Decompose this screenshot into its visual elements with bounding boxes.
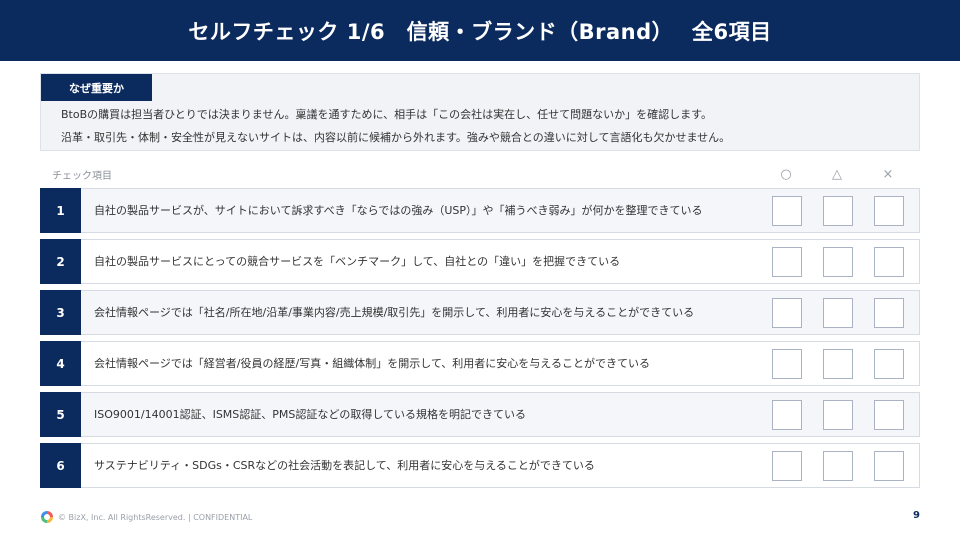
ng-checkbox[interactable] — [874, 196, 904, 226]
checklist-row: 4 会社情報ページでは「経営者/役員の経歴/写真・組織体制」を開示して、利用者に… — [40, 341, 920, 386]
copyright-text: © BizX, Inc. All RightsReserved. | CONFI… — [58, 512, 253, 522]
why-important-label: なぜ重要か — [41, 74, 152, 101]
item-text: 会社情報ページでは「経営者/役員の経歴/写真・組織体制」を開示して、利用者に安心… — [94, 356, 650, 370]
checklist-row: 6 サステナビリティ・SDGs・CSRなどの社会活動を表記して、利用者に安心を与… — [40, 443, 920, 488]
partial-checkbox[interactable] — [823, 247, 853, 277]
ok-checkbox[interactable] — [772, 298, 802, 328]
ng-checkbox[interactable] — [874, 451, 904, 481]
item-number: 5 — [40, 392, 81, 437]
partial-checkbox[interactable] — [823, 400, 853, 430]
item-number: 1 — [40, 188, 81, 233]
ng-checkbox[interactable] — [874, 349, 904, 379]
checklist-row: 3 会社情報ページでは「社名/所在地/沿革/事業内容/売上規模/取引先」を開示し… — [40, 290, 920, 335]
footer: © BizX, Inc. All RightsReserved. | CONFI… — [41, 510, 252, 524]
why-important-panel: なぜ重要か BtoBの購買は担当者ひとりでは決まりません。稟議を通すために、相手… — [40, 73, 920, 151]
ok-checkbox[interactable] — [772, 400, 802, 430]
partial-checkbox[interactable] — [823, 298, 853, 328]
item-number: 3 — [40, 290, 81, 335]
checklist-row: 1 自社の製品サービスが、サイトにおいて訴求すべき「ならではの強み（USP）」や… — [40, 188, 920, 233]
check-items-header: チェック項目 — [52, 170, 112, 182]
page-number: 9 — [913, 510, 920, 521]
checklist-row: 5 ISO9001/14001認証、ISMS認証、PMS認証などの取得している規… — [40, 392, 920, 437]
why-important-text-line2: 沿革・取引先・体制・安全性が見えないサイトは、内容以前に候補から外れます。強みや… — [61, 131, 731, 144]
bizx-logo-icon — [41, 511, 53, 523]
item-text: 自社の製品サービスにとっての競合サービスを「ベンチマーク」して、自社との「違い」… — [94, 254, 621, 268]
partial-checkbox[interactable] — [823, 349, 853, 379]
ng-checkbox[interactable] — [874, 247, 904, 277]
item-number: 6 — [40, 443, 81, 488]
ng-column-header: × — [882, 166, 894, 182]
page-title: セルフチェック 1/6 信頼・ブランド（Brand） 全6項目 — [0, 0, 960, 61]
ok-checkbox[interactable] — [772, 247, 802, 277]
item-text: ISO9001/14001認証、ISMS認証、PMS認証などの取得している規格を… — [94, 407, 527, 421]
ok-checkbox[interactable] — [772, 349, 802, 379]
item-text: サステナビリティ・SDGs・CSRなどの社会活動を表記して、利用者に安心を与える… — [94, 458, 595, 472]
partial-checkbox[interactable] — [823, 196, 853, 226]
ng-checkbox[interactable] — [874, 400, 904, 430]
ok-column-header: ○ — [780, 166, 792, 182]
why-important-text-line1: BtoBの購買は担当者ひとりでは決まりません。稟議を通すために、相手は「この会社… — [61, 108, 713, 121]
item-number: 2 — [40, 239, 81, 284]
checklist-row: 2 自社の製品サービスにとっての競合サービスを「ベンチマーク」して、自社との「違… — [40, 239, 920, 284]
ng-checkbox[interactable] — [874, 298, 904, 328]
ok-checkbox[interactable] — [772, 196, 802, 226]
partial-checkbox[interactable] — [823, 451, 853, 481]
ok-checkbox[interactable] — [772, 451, 802, 481]
item-number: 4 — [40, 341, 81, 386]
item-text: 会社情報ページでは「社名/所在地/沿革/事業内容/売上規模/取引先」を開示して、… — [94, 305, 695, 319]
partial-column-header: △ — [832, 166, 842, 182]
item-text: 自社の製品サービスが、サイトにおいて訴求すべき「ならではの強み（USP）」や「補… — [94, 203, 703, 217]
